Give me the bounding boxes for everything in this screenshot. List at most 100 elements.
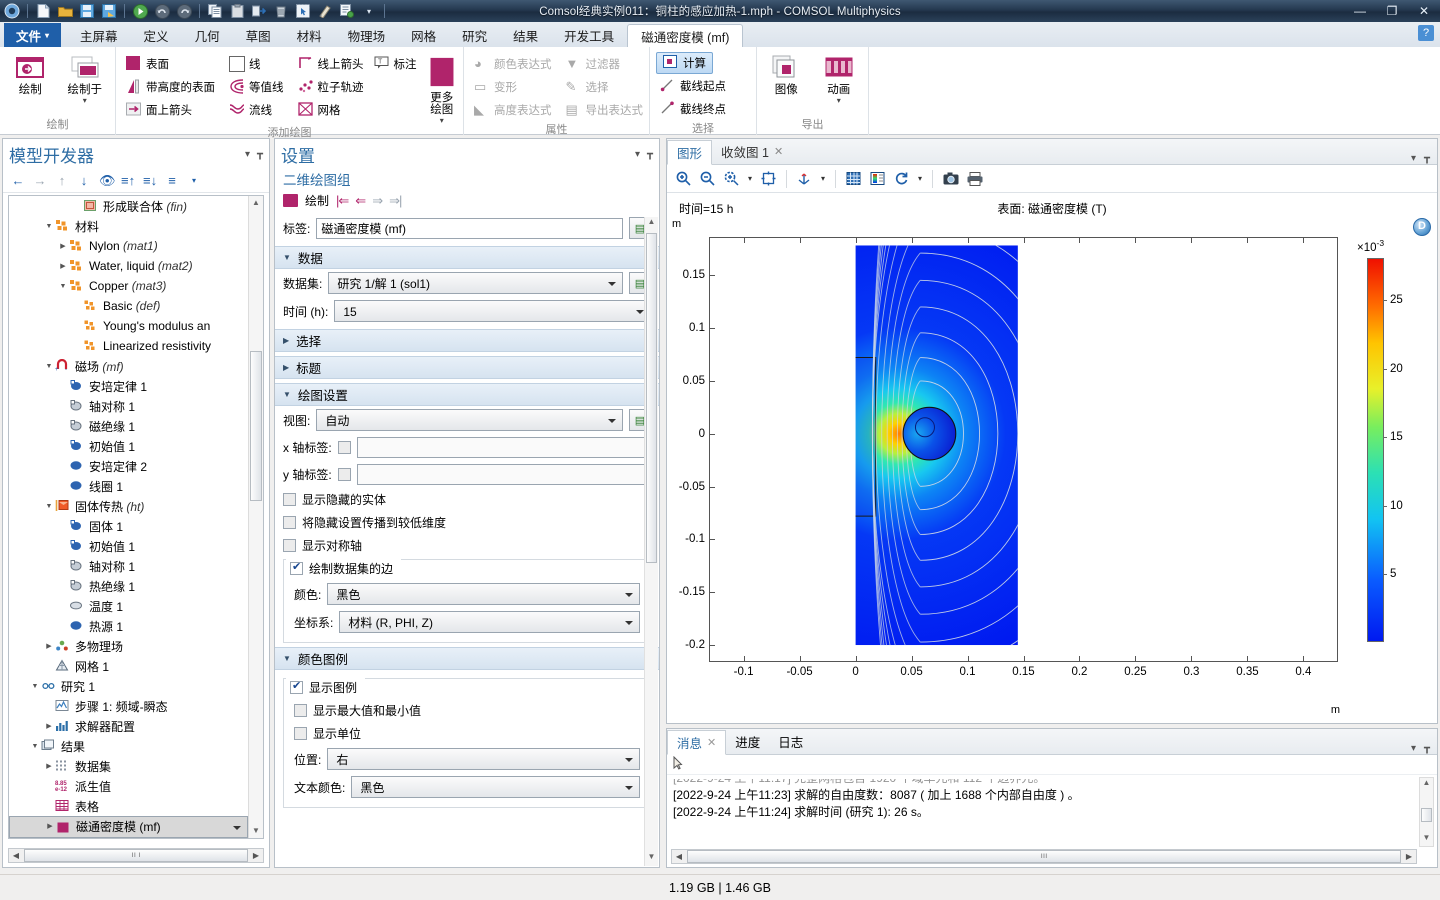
- tree-item-求解器配置[interactable]: ▶ 求解器配置: [9, 716, 248, 736]
- add-arrow-surface-button[interactable]: 面上箭头: [122, 99, 219, 121]
- zoom-box-caret-icon[interactable]: ▾: [745, 168, 755, 189]
- edge-color-select[interactable]: 黑色: [327, 583, 640, 605]
- tab-convergence-plot[interactable]: 收敛图 1 ✕: [712, 139, 792, 164]
- messages-pin-icon[interactable]: ┳: [1424, 743, 1430, 754]
- y-axis-label-checkbox[interactable]: [337, 468, 351, 481]
- undo-icon[interactable]: [152, 2, 172, 20]
- copy-icon[interactable]: [205, 2, 225, 20]
- x-axis-label-checkbox[interactable]: [337, 441, 351, 454]
- compute-run-icon[interactable]: [130, 2, 150, 20]
- tree-item-派生值[interactable]: 8.85 e-12 派生值: [9, 776, 248, 796]
- add-mesh-plot-button[interactable]: 网格: [294, 99, 421, 121]
- graphics-collapse-icon[interactable]: ▾: [1411, 153, 1416, 164]
- axis-caret-icon[interactable]: ▾: [818, 168, 828, 189]
- delete-icon[interactable]: [271, 2, 291, 20]
- comsol-logo-icon[interactable]: [2, 2, 22, 20]
- tree-twisty-icon[interactable]: ▼: [57, 283, 69, 290]
- tab-definitions[interactable]: 定义: [131, 23, 182, 47]
- maximize-button[interactable]: ❐: [1376, 0, 1408, 22]
- print-icon[interactable]: [964, 168, 985, 189]
- graphics-tab-bar[interactable]: 图形 收敛图 1 ✕ ▾ ┳: [667, 139, 1437, 165]
- zoom-box-icon[interactable]: [721, 168, 742, 189]
- show-hidden-row[interactable]: 显示隐藏的实体: [275, 488, 659, 511]
- section-header-title[interactable]: ▶ 标题: [275, 356, 659, 379]
- show-symmetry-axis-checkbox[interactable]: [283, 539, 296, 552]
- help-button[interactable]: ?: [1418, 25, 1434, 41]
- zoom-out-icon[interactable]: [697, 168, 718, 189]
- height-expression-button[interactable]: ◣ 高度表达式: [470, 99, 556, 121]
- tab-developer[interactable]: 开发工具: [551, 23, 627, 47]
- section-header-data[interactable]: ▼ 数据: [275, 246, 659, 269]
- previous-plot-icon[interactable]: ⇐: [355, 193, 366, 209]
- show-max-min-checkbox[interactable]: [294, 704, 307, 717]
- build-icon[interactable]: [337, 2, 357, 20]
- legend-text-color-select[interactable]: 黑色: [351, 776, 640, 798]
- plot-area[interactable]: 时间=15 h 表面: 磁通密度模 (T) m m ×10-3 25201510…: [667, 194, 1437, 723]
- label-input[interactable]: 磁通密度模 (mf): [316, 217, 623, 239]
- add-particle-trajectory-button[interactable]: 粒子轨迹: [294, 76, 421, 98]
- tree-twisty-icon[interactable]: ▶: [44, 817, 56, 837]
- paste-icon[interactable]: [227, 2, 247, 20]
- tree-item-安培定律-1[interactable]: 安培定律 1: [9, 376, 248, 396]
- graphics-pin-icon[interactable]: ┳: [1424, 153, 1430, 164]
- section-data-twisty-icon[interactable]: ▼: [283, 253, 291, 262]
- more-plots-button[interactable]: 更多绘图 ▾: [427, 50, 458, 125]
- cutline-start-button[interactable]: 截线起点: [656, 75, 730, 97]
- plot-in-caret-icon[interactable]: ▾: [83, 97, 87, 105]
- tree-twisty-icon[interactable]: ▶: [43, 762, 55, 770]
- hscroll-right-icon[interactable]: ▶: [249, 851, 263, 860]
- coord-system-select[interactable]: 材料 (R, PHI, Z): [339, 611, 640, 633]
- tree-menu-caret-icon[interactable]: ▾: [187, 176, 201, 185]
- scroll-up-icon[interactable]: ▲: [249, 196, 263, 210]
- tree-twisty-icon[interactable]: ▶: [43, 722, 55, 730]
- tab-physics[interactable]: 物理场: [335, 23, 399, 47]
- tab-messages-close-icon[interactable]: ✕: [707, 736, 716, 749]
- plot-button[interactable]: 绘制: [6, 50, 55, 96]
- tab-magnetic-flux-density[interactable]: 磁通密度模 (mf): [627, 24, 744, 48]
- tree-item-表格[interactable]: 表格: [9, 796, 248, 816]
- model-tree[interactable]: 形成联合体 (fin) ▼ 材料 ▶ Nylon (mat1) ▶ Water, liqui…: [8, 195, 264, 839]
- legend-icon[interactable]: [867, 168, 888, 189]
- save-icon[interactable]: [77, 2, 97, 20]
- color-expression-button[interactable]: ◕ 颜色表达式: [470, 53, 556, 75]
- tab-geometry[interactable]: 几何: [182, 23, 233, 47]
- tree-item-Young-s-modulus-an[interactable]: Young's modulus an: [9, 316, 248, 336]
- tree-item-初始值-1[interactable]: 初始值 1: [9, 436, 248, 456]
- graphics-toolbar[interactable]: ▾ ▾ ▾: [667, 165, 1437, 193]
- tree-twisty-icon[interactable]: ▼: [29, 683, 41, 690]
- tree-item-多物理场[interactable]: ▶ 多物理场: [9, 636, 248, 656]
- move-up-icon[interactable]: ↑: [55, 173, 69, 188]
- tree-item-Linearized-resistivity[interactable]: Linearized resistivity: [9, 336, 248, 356]
- tab-progress[interactable]: 进度: [726, 729, 769, 754]
- messages-collapse-icon[interactable]: ▾: [1411, 743, 1416, 754]
- first-plot-icon[interactable]: |⇐: [336, 193, 349, 209]
- redo-icon[interactable]: [174, 2, 194, 20]
- plot-dataset-edges-row[interactable]: 绘制数据集的边: [286, 557, 402, 580]
- select-icon[interactable]: [293, 2, 313, 20]
- grid-icon[interactable]: [843, 168, 864, 189]
- model-tree-hscrollbar[interactable]: ◀ ıı ı ▶: [8, 848, 264, 863]
- zoom-extents-icon[interactable]: [758, 168, 779, 189]
- animation-button[interactable]: 动画 ▾: [816, 50, 863, 105]
- show-legend-checkbox[interactable]: [290, 679, 303, 694]
- tree-options-icon[interactable]: ≡: [165, 173, 179, 188]
- tree-item-Basic[interactable]: Basic (def): [9, 296, 248, 316]
- show-units-checkbox[interactable]: [294, 727, 307, 740]
- section-title-twisty-icon[interactable]: ▶: [283, 363, 289, 372]
- tree-item-磁通密度模-mf-[interactable]: ▶ 磁通密度模 (mf): [9, 816, 248, 838]
- tree-item-形成联合体[interactable]: 形成联合体 (fin): [9, 196, 248, 216]
- dataset-select[interactable]: 研究 1/解 1 (sol1): [328, 272, 623, 294]
- tree-item-材料[interactable]: ▼ 材料: [9, 216, 248, 236]
- tree-item-研究-1[interactable]: ▼ 研究 1: [9, 676, 248, 696]
- add-line-button[interactable]: 线: [225, 53, 288, 75]
- settings-collapse-icon[interactable]: ▾: [635, 149, 640, 160]
- move-down-icon[interactable]: ↓: [77, 173, 91, 188]
- messages-list[interactable]: [2022-9-24 上午11:17] 完整网格包含 1920 个域单元和 11…: [673, 779, 1417, 845]
- tree-twisty-icon[interactable]: ▼: [43, 503, 55, 510]
- refresh-caret-icon[interactable]: ▾: [915, 168, 925, 189]
- tab-mesh[interactable]: 网格: [398, 23, 449, 47]
- tree-item-固体传热[interactable]: ▼ 固体传热 (ht): [9, 496, 248, 516]
- quick-access-toolbar[interactable]: ▾: [0, 2, 388, 20]
- expand-all-icon[interactable]: ≡↑: [121, 173, 135, 188]
- messages-hscroll-left-icon[interactable]: ◀: [672, 852, 686, 861]
